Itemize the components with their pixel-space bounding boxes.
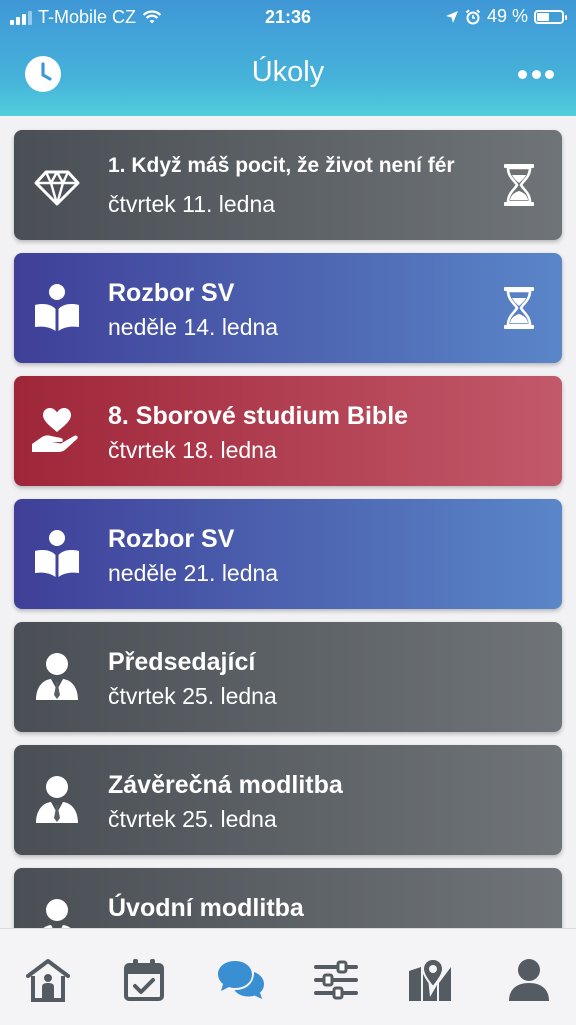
task-title: Rozbor SV [108, 525, 235, 553]
task-card[interactable]: Závěrečná modlitba čtvrtek 25. ledna [14, 745, 562, 855]
map-pin-icon[interactable] [407, 957, 453, 1003]
task-title: Úvodní modlitba [108, 894, 304, 922]
hourglass-icon [504, 164, 534, 206]
person-tie-icon [43, 899, 71, 928]
tab-bar [0, 928, 576, 1025]
task-date: čtvrtek 18. ledna [108, 437, 277, 463]
task-date: čtvrtek 25. ledna [108, 683, 277, 709]
task-title: 1. Když máš pocit, že život není fér [108, 154, 455, 177]
page-title: Úkoly [251, 56, 325, 88]
task-date: čtvrtek 11. ledna [108, 191, 276, 217]
task-title: Rozbor SV [108, 279, 235, 307]
more-icon[interactable] [518, 64, 554, 84]
user-icon[interactable] [506, 957, 552, 1003]
heart-hand-icon [32, 408, 78, 452]
task-card[interactable]: 8. Sborové studium Bible čtvrtek 18. led… [14, 376, 562, 486]
task-date: čtvrtek 25. ledna [108, 806, 277, 832]
person-tie-icon [36, 653, 78, 700]
kingdom-hall-icon[interactable] [25, 957, 71, 1003]
task-card[interactable]: Rozbor SV neděle 14. ledna [14, 253, 562, 363]
calendar-check-icon[interactable] [121, 957, 167, 1003]
app-header: T-Mobile CZ 21:36 49 % Úkoly [0, 0, 576, 116]
task-date: neděle 14. ledna [108, 314, 279, 340]
task-card[interactable]: 1. Když máš pocit, že život není fér čtv… [14, 130, 562, 240]
task-card[interactable]: Předsedající čtvrtek 25. ledna [14, 622, 562, 732]
task-title: 8. Sborové studium Bible [108, 402, 409, 430]
task-card[interactable]: Úvodní modlitba [14, 868, 562, 928]
diamond-icon [34, 170, 80, 206]
task-title: Závěrečná modlitba [108, 771, 343, 799]
location-arrow-icon [445, 10, 458, 23]
alarm-icon [465, 8, 481, 24]
chat-bubbles-icon[interactable] [216, 957, 266, 1003]
battery-icon [534, 9, 567, 24]
bible-reader-icon [35, 284, 79, 331]
hourglass-icon [504, 287, 534, 329]
task-date: neděle 21. ledna [108, 560, 279, 586]
status-bar: T-Mobile CZ 21:36 49 % [0, 0, 576, 34]
sliders-icon[interactable] [313, 957, 359, 1003]
bible-reader-icon [35, 530, 79, 577]
task-list: 1. Když máš pocit, že život není fér čtv… [0, 116, 576, 928]
task-card[interactable]: Rozbor SV neděle 21. ledna [14, 499, 562, 609]
person-tie-icon [36, 776, 78, 823]
battery-percent: 49 % [486, 6, 528, 26]
task-title: Předsedající [108, 648, 256, 676]
